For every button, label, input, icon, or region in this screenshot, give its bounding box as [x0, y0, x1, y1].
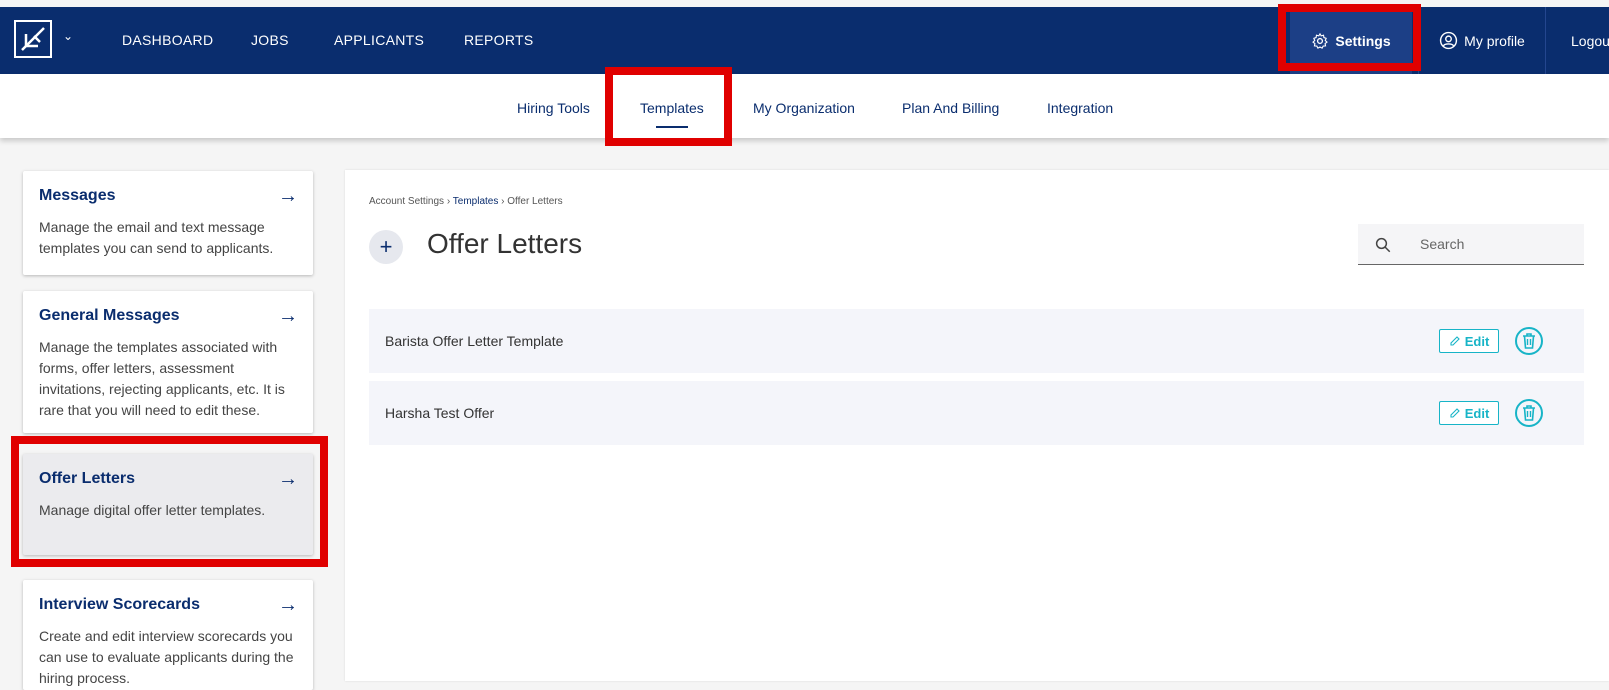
tab-templates[interactable]: Templates	[640, 100, 704, 116]
search-icon	[1375, 237, 1391, 253]
app-logo-icon[interactable]	[14, 20, 52, 58]
tab-my-organization[interactable]: My Organization	[753, 100, 855, 116]
page-title: Offer Letters	[427, 228, 583, 259]
list-item[interactable]: Harsha Test Offer Edit	[369, 381, 1584, 445]
delete-button[interactable]	[1515, 399, 1543, 427]
settings-label: Settings	[1335, 32, 1391, 49]
card-title: Messages	[39, 187, 116, 204]
tab-integration[interactable]: Integration	[1047, 100, 1113, 116]
pencil-icon	[1450, 408, 1460, 418]
list-item[interactable]: Barista Offer Letter Template Edit	[369, 309, 1584, 373]
chevron-down-icon[interactable]: ⌄	[63, 29, 73, 43]
tab-hiring-tools[interactable]: Hiring Tools	[517, 100, 590, 116]
top-strip	[0, 0, 1609, 7]
top-navbar: ⌄ DASHBOARD JOBS APPLICANTS REPORTS Sett…	[0, 7, 1609, 74]
arrow-right-icon: →	[278, 468, 298, 490]
nav-reports[interactable]: REPORTS	[464, 32, 534, 48]
sidebar-card-messages[interactable]: Messages → Manage the email and text mes…	[23, 171, 313, 275]
trash-icon	[1523, 333, 1535, 349]
nav-dashboard[interactable]: DASHBOARD	[122, 32, 213, 48]
active-tab-indicator	[656, 126, 688, 128]
trash-icon	[1523, 405, 1535, 421]
user-circle-icon	[1440, 31, 1458, 50]
my-profile-button[interactable]: My profile	[1418, 7, 1546, 74]
logout-label: Logout	[1571, 32, 1609, 49]
search-box	[1358, 224, 1584, 265]
card-description: Manage digital offer letter templates.	[39, 502, 266, 518]
sidebar-card-interview-scorecards[interactable]: Interview Scorecards → Create and edit i…	[23, 580, 313, 690]
add-template-button[interactable]: +	[369, 230, 403, 264]
gear-icon	[1312, 32, 1329, 49]
tab-plan-and-billing[interactable]: Plan And Billing	[902, 100, 999, 116]
breadcrumb: Account Settings › Templates › Offer Let…	[369, 196, 563, 207]
card-title: General Messages	[39, 307, 180, 324]
logout-button[interactable]: Logout	[1547, 7, 1609, 74]
pencil-icon	[1450, 336, 1460, 346]
arrow-right-icon: →	[278, 594, 298, 616]
search-input[interactable]	[1420, 232, 1570, 256]
nav-applicants[interactable]: APPLICANTS	[334, 32, 424, 48]
breadcrumb-account-settings[interactable]: Account Settings	[369, 196, 444, 207]
edit-label: Edit	[1464, 405, 1490, 421]
sidebar-card-general-messages[interactable]: General Messages → Manage the templates …	[23, 291, 313, 433]
delete-button[interactable]	[1515, 327, 1543, 355]
breadcrumb-templates[interactable]: Templates	[453, 196, 499, 207]
template-name: Harsha Test Offer	[385, 405, 495, 421]
my-profile-label: My profile	[1464, 32, 1525, 49]
card-description: Create and edit interview scorecards you…	[39, 628, 294, 686]
nav-jobs[interactable]: JOBS	[251, 32, 289, 48]
card-description: Manage the templates associated with for…	[39, 339, 285, 418]
template-name: Barista Offer Letter Template	[385, 333, 564, 349]
settings-button[interactable]: Settings	[1290, 7, 1412, 74]
edit-label: Edit	[1464, 333, 1490, 349]
plus-icon: +	[379, 234, 393, 259]
breadcrumb-offer-letters: Offer Letters	[507, 196, 563, 207]
arrow-right-icon: →	[278, 305, 298, 327]
edit-button[interactable]: Edit	[1439, 401, 1499, 425]
card-title: Interview Scorecards	[39, 596, 200, 613]
edit-button[interactable]: Edit	[1439, 329, 1499, 353]
card-description: Manage the email and text message templa…	[39, 219, 274, 256]
settings-subnav: Hiring Tools Templates My Organization P…	[0, 74, 1609, 138]
card-title: Offer Letters	[39, 470, 136, 487]
sidebar-card-offer-letters[interactable]: Offer Letters → Manage digital offer let…	[23, 454, 313, 555]
main-panel: Account Settings › Templates › Offer Let…	[345, 170, 1609, 681]
arrow-right-icon: →	[278, 185, 298, 207]
